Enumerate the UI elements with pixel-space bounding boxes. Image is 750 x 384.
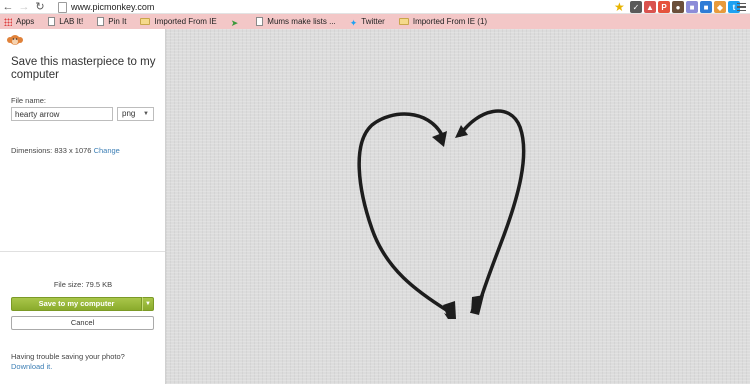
twitter-bird-icon: ✦ <box>349 17 358 28</box>
folder-icon <box>398 18 409 25</box>
bookmark-imported-ie[interactable]: Imported From IE <box>140 17 217 26</box>
file-name-label: File name: <box>11 96 47 105</box>
bookmark-apps[interactable]: Apps <box>4 17 34 26</box>
download-link[interactable]: Download it. <box>11 362 125 372</box>
heart-arrows-artwork <box>357 109 526 319</box>
bookmark-mums-make-lists[interactable]: Mums make lists ... <box>256 17 336 26</box>
chevron-down-icon: ▼ <box>143 111 149 117</box>
extension-icon[interactable]: ▲ <box>644 1 656 13</box>
back-arrow-icon[interactable]: ← <box>0 0 16 14</box>
picmonkey-logo-icon[interactable] <box>6 33 24 47</box>
dimensions-value: 833 x 1076 <box>54 146 92 155</box>
divider <box>0 251 165 252</box>
chevron-down-icon: ▼ <box>145 301 151 307</box>
extension-icon[interactable]: ■ <box>686 1 698 13</box>
bookmark-pin-it[interactable]: Pin It <box>97 17 126 26</box>
file-name-input[interactable] <box>11 107 113 121</box>
bookmark-imported-ie-1[interactable]: Imported From IE (1) <box>398 17 487 26</box>
bookmarks-bar: Apps LAB It! Pin It Imported From IE ➤ M… <box>0 14 750 29</box>
cancel-button[interactable]: Cancel <box>11 316 154 330</box>
change-dimensions-link[interactable]: Change <box>94 146 120 155</box>
bookmark-star-icon[interactable]: ★ <box>614 0 628 14</box>
file-size: File size: 79.5 KB <box>53 280 113 289</box>
bookmark-lab-it[interactable]: LAB It! <box>48 17 83 26</box>
page-icon <box>97 17 105 26</box>
extension-icon[interactable]: ✓ <box>630 1 642 13</box>
url-text: www.picmonkey.com <box>71 2 155 12</box>
page-icon <box>48 17 56 26</box>
extension-icon[interactable]: P <box>658 1 670 13</box>
dimensions-row: Dimensions: 833 x 1076 Change <box>11 146 120 155</box>
camera-icon[interactable]: ● <box>672 1 684 13</box>
save-to-computer-button[interactable]: Save to my computer <box>11 297 142 311</box>
menu-icon[interactable] <box>737 0 749 14</box>
format-select[interactable]: png ▼ <box>117 107 154 121</box>
page-icon <box>256 17 264 26</box>
extension-icon[interactable]: ■ <box>700 1 712 13</box>
extension-icon[interactable]: ◆ <box>714 1 726 13</box>
folder-icon <box>140 18 151 25</box>
leaf-icon: ➤ <box>230 17 239 28</box>
extension-icons: ✓ ▲ P ● ■ ■ ◆ t <box>630 0 740 14</box>
bookmark-twitter[interactable]: ✦ Twitter <box>349 17 385 28</box>
dimensions-label: Dimensions: <box>11 146 53 155</box>
reload-icon[interactable]: ↻ <box>32 0 48 14</box>
page-icon <box>58 1 67 13</box>
panel-title: Save this masterpiece to my computer <box>11 56 156 81</box>
trouble-text: Having trouble saving your photo? <box>11 352 125 361</box>
address-bar[interactable]: www.picmonkey.com <box>52 0 630 14</box>
image-canvas <box>166 29 750 384</box>
apps-grid-icon <box>4 17 12 26</box>
format-value: png <box>122 109 136 118</box>
save-panel: Save this masterpiece to my computer Fil… <box>0 29 166 384</box>
forward-arrow-icon[interactable]: → <box>16 0 32 14</box>
save-options-dropdown[interactable]: ▼ <box>142 297 154 311</box>
trouble-saving-note: Having trouble saving your photo? Downlo… <box>11 352 125 372</box>
bookmark-leaf[interactable]: ➤ <box>230 17 243 28</box>
